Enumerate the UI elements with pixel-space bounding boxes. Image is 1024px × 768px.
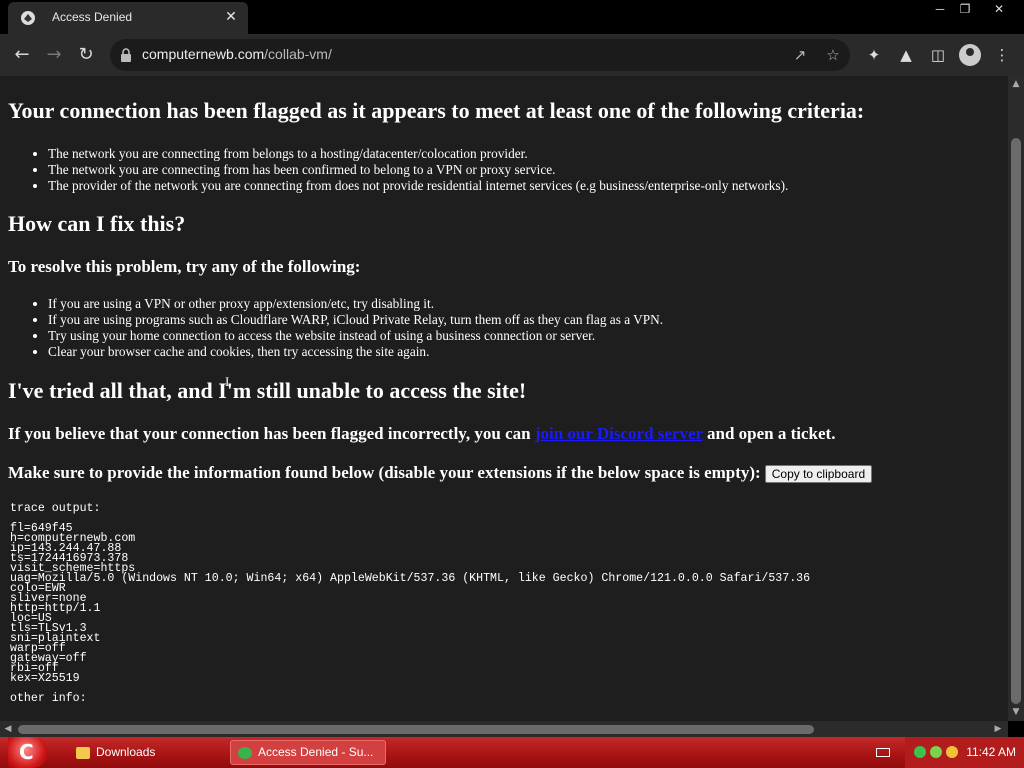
share-icon[interactable]: ↗ [790, 45, 810, 65]
address-bar[interactable]: computernewb.com/collab-vm/ ↗ ☆ [110, 39, 850, 71]
taskbar-item-label: Access Denied - Su... [258, 745, 374, 759]
start-button[interactable] [8, 737, 48, 768]
security-shield-icon[interactable] [930, 746, 942, 758]
network-icon[interactable] [914, 746, 926, 758]
taskbar-item-downloads[interactable]: Downloads [76, 740, 226, 765]
text-cursor-icon: I [225, 374, 230, 389]
tab-close-icon[interactable]: ✕ [222, 8, 240, 26]
menu-kebab-icon[interactable]: ⋮ [991, 44, 1013, 66]
page-content: Your connection has been flagged as it a… [0, 76, 1008, 721]
side-panel-icon[interactable]: ◫ [927, 44, 949, 66]
list-item: The network you are connecting from belo… [48, 146, 788, 162]
criteria-heading: Your connection has been flagged as it a… [8, 98, 865, 123]
keyboard-icon[interactable] [876, 748, 890, 757]
fix-heading: How can I fix this? [8, 211, 186, 236]
close-window-button[interactable]: ✕ [984, 0, 1014, 18]
taskbar: Downloads Access Denied - Su... 11:42 AM [0, 737, 1024, 768]
ticket-text-after: and open a ticket. [702, 424, 836, 443]
clock: 11:42 AM [966, 745, 1016, 759]
profile-avatar[interactable] [959, 44, 981, 66]
url-host: computernewb.com [142, 46, 265, 62]
lock-icon [121, 48, 131, 62]
labs-flask-icon[interactable]: ▲ [895, 44, 917, 66]
resolve-heading: To resolve this problem, try any of the … [8, 257, 361, 276]
fixes-list: If you are using a VPN or other proxy ap… [0, 296, 663, 360]
reload-icon[interactable]: ↻ [74, 43, 98, 67]
list-item: If you are using programs such as Cloudf… [48, 312, 663, 328]
info-paragraph: Make sure to provide the information fou… [8, 463, 873, 484]
still-unable-heading: I've tried all that, and I'm still unabl… [8, 378, 527, 403]
info-text: Make sure to provide the information fou… [8, 463, 761, 482]
search-tray-icon[interactable] [946, 746, 958, 758]
url-text: computernewb.com/collab-vm/ [142, 46, 332, 62]
scroll-down-icon[interactable]: ▼ [1008, 704, 1024, 720]
list-item: Clear your browser cache and cookies, th… [48, 344, 663, 360]
bookmark-star-icon[interactable]: ☆ [823, 45, 843, 65]
vertical-scrollbar[interactable]: ▲ ▼ [1008, 76, 1024, 721]
list-item: The network you are connecting from has … [48, 162, 788, 178]
browser-tab[interactable]: Access Denied ✕ [8, 2, 248, 34]
title-bar: Access Denied ✕ ─ ❐ ✕ [0, 0, 1024, 34]
restore-button[interactable]: ❐ [950, 0, 980, 18]
horizontal-scrollbar[interactable]: ◀ ▶ [0, 721, 1008, 737]
tab-title: Access Denied [52, 10, 133, 24]
shield-favicon-icon [21, 11, 35, 25]
list-item: Try using your home connection to access… [48, 328, 663, 344]
horizontal-scroll-thumb[interactable] [18, 725, 814, 734]
vertical-scroll-thumb[interactable] [1011, 138, 1021, 704]
folder-icon [76, 746, 90, 759]
browser-globe-icon [238, 746, 252, 759]
url-path: /collab-vm/ [264, 46, 332, 62]
forward-arrow-icon[interactable]: → [42, 43, 66, 67]
extensions-puzzle-icon[interactable]: ✦ [863, 44, 885, 66]
list-item: The provider of the network you are conn… [48, 178, 788, 194]
copy-to-clipboard-button[interactable]: Copy to clipboard [764, 465, 873, 484]
browser-toolbar: ← → ↻ computernewb.com/collab-vm/ ↗ ☆ ✦ … [0, 34, 1024, 76]
discord-link[interactable]: join our Discord server [535, 424, 703, 443]
ticket-paragraph: If you believe that your connection has … [8, 424, 835, 444]
scroll-right-icon[interactable]: ▶ [990, 721, 1006, 737]
scroll-up-icon[interactable]: ▲ [1008, 76, 1024, 92]
taskbar-item-browser[interactable]: Access Denied - Su... [230, 740, 386, 765]
back-arrow-icon[interactable]: ← [10, 43, 34, 67]
scroll-left-icon[interactable]: ◀ [0, 721, 16, 737]
system-tray: 11:42 AM [905, 737, 1024, 768]
trace-output: trace output: fl=649f45 h=computernewb.c… [10, 502, 811, 705]
criteria-list: The network you are connecting from belo… [0, 146, 788, 194]
list-item: If you are using a VPN or other proxy ap… [48, 296, 663, 312]
ticket-text-before: If you believe that your connection has … [8, 424, 535, 443]
taskbar-item-label: Downloads [96, 745, 156, 759]
